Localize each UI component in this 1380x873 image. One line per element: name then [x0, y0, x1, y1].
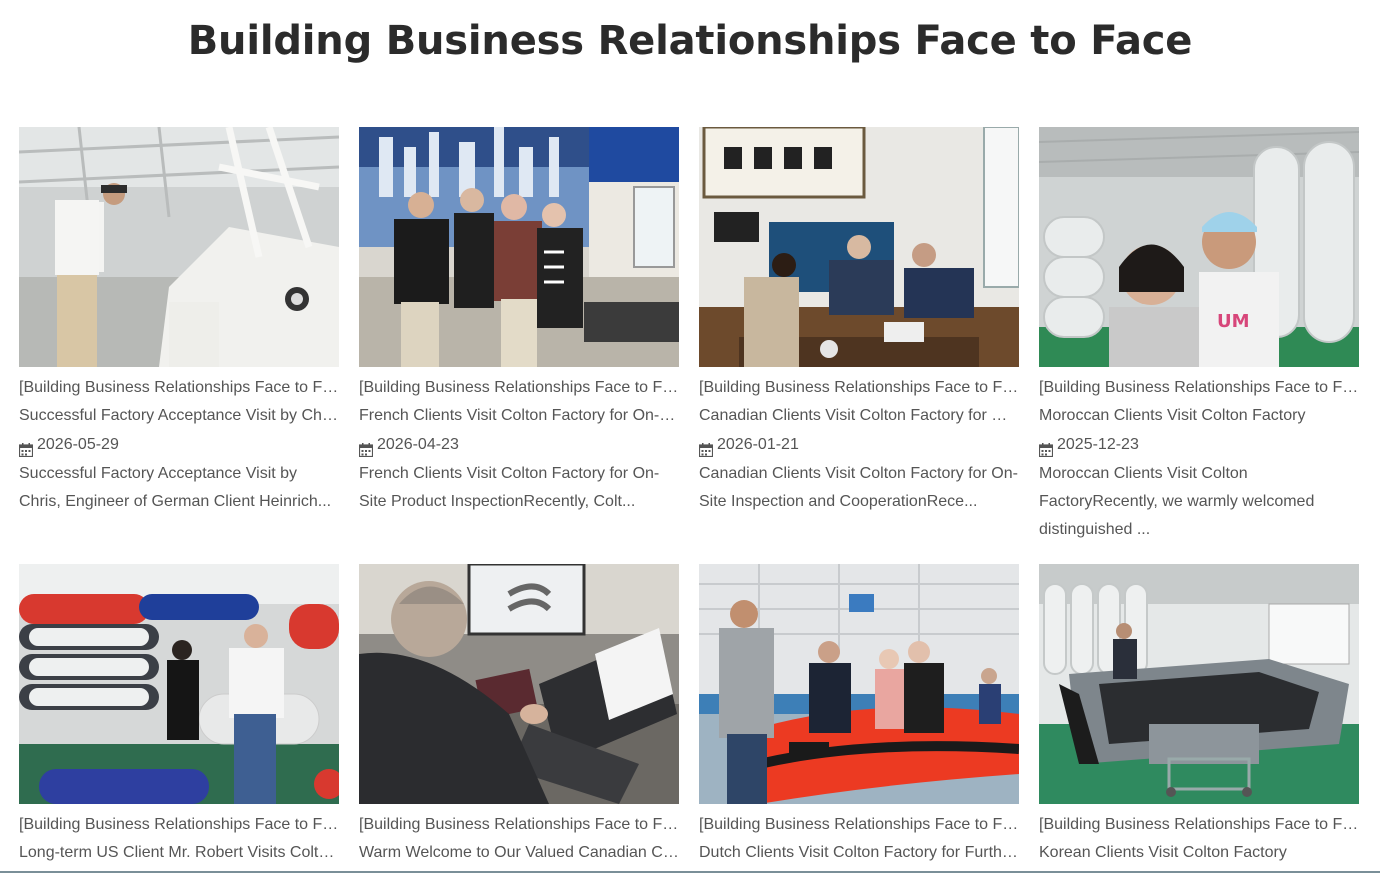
post-thumbnail[interactable]: UM [1039, 127, 1359, 367]
post-date: 2026-01-21 [698, 430, 1019, 460]
post-thumbnail[interactable] [699, 127, 1019, 367]
post-card[interactable]: [Building Business Relationships Face to… [19, 564, 339, 867]
post-title-link[interactable]: Canadian Clients Visit Colton Factory fo… [699, 402, 1019, 430]
post-thumbnail[interactable] [359, 564, 679, 804]
calendar-icon [18, 438, 34, 458]
post-title-link[interactable]: Warm Welcome to Our Valued Canadian Clie… [359, 839, 679, 867]
post-title-link[interactable]: Dutch Clients Visit Colton Factory for F… [699, 839, 1019, 867]
page-title: Building Business Relationships Face to … [187, 18, 1193, 64]
post-card[interactable]: [Building Business Relationships Face to… [18, 127, 339, 516]
post-card[interactable]: [Building Business Relationships Face to… [358, 127, 679, 516]
calendar-icon [1038, 438, 1054, 458]
svg-text:UM: UM [1217, 311, 1250, 332]
post-category-link[interactable]: [Building Business Relationships Face to… [19, 811, 339, 839]
post-date-text: 2025-12-23 [1057, 436, 1139, 453]
post-thumbnail[interactable] [359, 127, 679, 367]
post-title-link[interactable]: Korean Clients Visit Colton Factory [1039, 839, 1359, 867]
calendar-icon [358, 438, 374, 458]
post-excerpt: Successful Factory Acceptance Visit by C… [19, 465, 332, 510]
post-title-link[interactable]: Successful Factory Acceptance Visit by C… [19, 402, 339, 430]
post-title-link[interactable]: Long-term US Client Mr. Robert Visits Co… [19, 839, 339, 867]
post-date-text: 2026-01-21 [717, 436, 799, 453]
post-category-link[interactable]: [Building Business Relationships Face to… [19, 374, 339, 402]
post-title-link[interactable]: Moroccan Clients Visit Colton Factory [1039, 402, 1359, 430]
post-thumbnail[interactable] [1039, 564, 1359, 804]
post-date-text: 2026-05-29 [37, 436, 119, 453]
post-category-link[interactable]: [Building Business Relationships Face to… [359, 374, 679, 402]
calendar-icon [698, 438, 714, 458]
post-date: 2026-04-23 [358, 430, 679, 460]
post-card[interactable]: [Building Business Relationships Face to… [1039, 564, 1359, 867]
post-category-link[interactable]: [Building Business Relationships Face to… [1039, 811, 1359, 839]
post-excerpt: Canadian Clients Visit Colton Factory fo… [699, 465, 1018, 510]
post-category-link[interactable]: [Building Business Relationships Face to… [699, 811, 1019, 839]
post-date: 2025-12-23 [1038, 430, 1359, 460]
post-thumbnail[interactable] [699, 564, 1019, 804]
post-category-link[interactable]: [Building Business Relationships Face to… [359, 811, 679, 839]
post-title-link[interactable]: French Clients Visit Colton Factory for … [359, 402, 679, 430]
post-thumbnail[interactable] [19, 564, 339, 804]
post-card[interactable]: [Building Business Relationships Face to… [699, 564, 1019, 867]
post-excerpt: Moroccan Clients Visit Colton FactoryRec… [1039, 465, 1315, 538]
post-date: 2026-05-29 [18, 430, 339, 460]
post-excerpt: French Clients Visit Colton Factory for … [359, 465, 660, 510]
post-date-text: 2026-04-23 [377, 436, 459, 453]
post-thumbnail[interactable] [19, 127, 339, 367]
post-category-link[interactable]: [Building Business Relationships Face to… [699, 374, 1019, 402]
post-card[interactable]: [Building Business Relationships Face to… [359, 564, 679, 867]
post-card[interactable]: [Building Business Relationships Face to… [698, 127, 1019, 516]
post-category-link[interactable]: [Building Business Relationships Face to… [1039, 374, 1359, 402]
post-card[interactable]: UM [Building Business Relationships Face… [1038, 127, 1359, 544]
